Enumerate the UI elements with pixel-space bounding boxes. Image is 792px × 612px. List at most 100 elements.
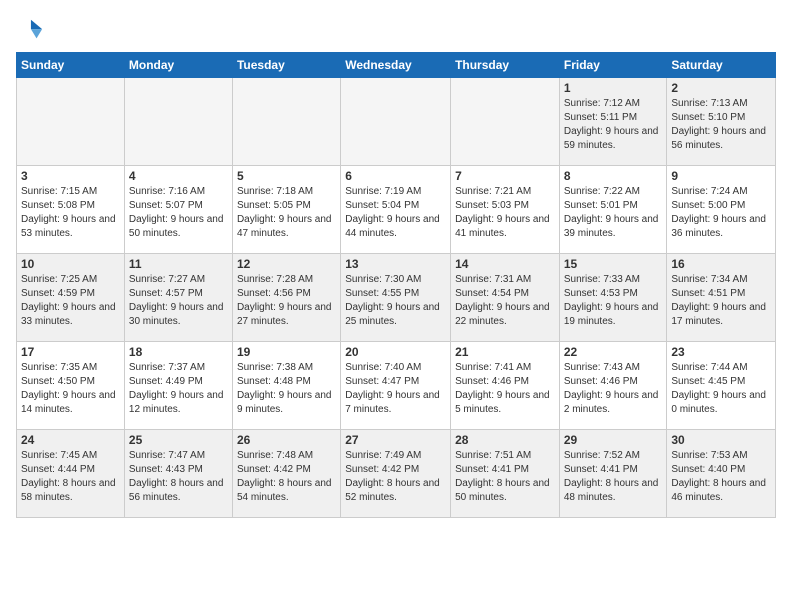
calendar-day-cell: 5 Sunrise: 7:18 AMSunset: 5:05 PMDaylight…	[232, 166, 340, 254]
weekday-header: Saturday	[667, 53, 776, 78]
calendar-day-cell: 11 Sunrise: 7:27 AMSunset: 4:57 PMDayligh…	[124, 254, 232, 342]
day-number: 3	[21, 169, 120, 183]
day-info: Sunrise: 7:30 AMSunset: 4:55 PMDaylight:…	[345, 273, 446, 329]
day-number: 12	[237, 257, 336, 271]
day-number: 14	[455, 257, 555, 271]
day-number: 27	[345, 433, 446, 447]
day-info: Sunrise: 7:51 AMSunset: 4:41 PMDaylight:…	[455, 449, 555, 505]
day-number: 24	[21, 433, 120, 447]
calendar-week-row: 3 Sunrise: 7:15 AMSunset: 5:08 PMDaylight…	[17, 166, 776, 254]
day-info: Sunrise: 7:35 AMSunset: 4:50 PMDaylight:…	[21, 361, 120, 417]
calendar-day-cell: 19 Sunrise: 7:38 AMSunset: 4:48 PMDayligh…	[232, 342, 340, 430]
calendar-day-cell	[232, 78, 340, 166]
day-info: Sunrise: 7:24 AMSunset: 5:00 PMDaylight:…	[671, 185, 771, 241]
day-number: 1	[564, 81, 663, 95]
day-info: Sunrise: 7:18 AMSunset: 5:05 PMDaylight:…	[237, 185, 336, 241]
calendar-week-row: 10Sunrise: 7:25 AMSunset: 4:59 PMDayligh…	[17, 254, 776, 342]
day-info: Sunrise: 7:16 AMSunset: 5:07 PMDaylight:…	[129, 185, 228, 241]
day-number: 11	[129, 257, 228, 271]
day-number: 21	[455, 345, 555, 359]
day-info: Sunrise: 7:21 AMSunset: 5:03 PMDaylight:…	[455, 185, 555, 241]
day-number: 15	[564, 257, 663, 271]
calendar-day-cell: 26Sunrise: 7:48 AMSunset: 4:42 PMDayligh…	[232, 430, 340, 518]
day-number: 29	[564, 433, 663, 447]
calendar-day-cell: 7 Sunrise: 7:21 AMSunset: 5:03 PMDaylight…	[451, 166, 560, 254]
day-info: Sunrise: 7:31 AMSunset: 4:54 PMDaylight:…	[455, 273, 555, 329]
weekday-header: Monday	[124, 53, 232, 78]
day-number: 9	[671, 169, 771, 183]
calendar-week-row: 1 Sunrise: 7:12 AMSunset: 5:11 PMDaylight…	[17, 78, 776, 166]
day-info: Sunrise: 7:38 AMSunset: 4:48 PMDaylight:…	[237, 361, 336, 417]
day-info: Sunrise: 7:28 AMSunset: 4:56 PMDaylight:…	[237, 273, 336, 329]
calendar-day-cell: 24 Sunrise: 7:45 AMSunset: 4:44 PMDayligh…	[17, 430, 125, 518]
calendar-day-cell: 15 Sunrise: 7:33 AMSunset: 4:53 PMDayligh…	[559, 254, 667, 342]
calendar-day-cell: 8 Sunrise: 7:22 AMSunset: 5:01 PMDaylight…	[559, 166, 667, 254]
day-number: 19	[237, 345, 336, 359]
day-number: 30	[671, 433, 771, 447]
calendar-day-cell: 3 Sunrise: 7:15 AMSunset: 5:08 PMDaylight…	[17, 166, 125, 254]
day-info: Sunrise: 7:40 AMSunset: 4:47 PMDaylight:…	[345, 361, 446, 417]
calendar-day-cell: 21 Sunrise: 7:41 AMSunset: 4:46 PMDayligh…	[451, 342, 560, 430]
day-number: 20	[345, 345, 446, 359]
calendar-day-cell: 6 Sunrise: 7:19 AMSunset: 5:04 PMDaylight…	[341, 166, 451, 254]
calendar-day-cell: 10Sunrise: 7:25 AMSunset: 4:59 PMDayligh…	[17, 254, 125, 342]
page-container: SundayMondayTuesdayWednesdayThursdayFrid…	[0, 0, 792, 526]
page-header	[16, 16, 776, 44]
day-number: 8	[564, 169, 663, 183]
calendar-day-cell: 4 Sunrise: 7:16 AMSunset: 5:07 PMDaylight…	[124, 166, 232, 254]
calendar-day-cell	[124, 78, 232, 166]
day-number: 25	[129, 433, 228, 447]
day-info: Sunrise: 7:43 AMSunset: 4:46 PMDaylight:…	[564, 361, 663, 417]
calendar-day-cell: 17 Sunrise: 7:35 AMSunset: 4:50 PMDayligh…	[17, 342, 125, 430]
day-number: 4	[129, 169, 228, 183]
weekday-header: Tuesday	[232, 53, 340, 78]
calendar-day-cell: 14 Sunrise: 7:31 AMSunset: 4:54 PMDayligh…	[451, 254, 560, 342]
day-number: 13	[345, 257, 446, 271]
day-number: 18	[129, 345, 228, 359]
calendar-day-cell	[17, 78, 125, 166]
day-number: 16	[671, 257, 771, 271]
calendar-day-cell: 27Sunrise: 7:49 AMSunset: 4:42 PMDayligh…	[341, 430, 451, 518]
logo	[16, 16, 48, 44]
weekday-header: Sunday	[17, 53, 125, 78]
calendar-day-cell: 18 Sunrise: 7:37 AMSunset: 4:49 PMDayligh…	[124, 342, 232, 430]
calendar-day-cell: 29 Sunrise: 7:52 AMSunset: 4:41 PMDayligh…	[559, 430, 667, 518]
day-info: Sunrise: 7:22 AMSunset: 5:01 PMDaylight:…	[564, 185, 663, 241]
day-info: Sunrise: 7:53 AMSunset: 4:40 PMDaylight:…	[671, 449, 771, 505]
day-info: Sunrise: 7:33 AMSunset: 4:53 PMDaylight:…	[564, 273, 663, 329]
calendar-day-cell: 22 Sunrise: 7:43 AMSunset: 4:46 PMDayligh…	[559, 342, 667, 430]
calendar-day-cell: 23 Sunrise: 7:44 AMSunset: 4:45 PMDayligh…	[667, 342, 776, 430]
calendar-day-cell: 13 Sunrise: 7:30 AMSunset: 4:55 PMDayligh…	[341, 254, 451, 342]
day-number: 23	[671, 345, 771, 359]
day-info: Sunrise: 7:27 AMSunset: 4:57 PMDaylight:…	[129, 273, 228, 329]
calendar-week-row: 24 Sunrise: 7:45 AMSunset: 4:44 PMDayligh…	[17, 430, 776, 518]
calendar-day-cell: 25Sunrise: 7:47 AMSunset: 4:43 PMDayligh…	[124, 430, 232, 518]
calendar-header-row: SundayMondayTuesdayWednesdayThursdayFrid…	[17, 53, 776, 78]
calendar-day-cell: 30 Sunrise: 7:53 AMSunset: 4:40 PMDayligh…	[667, 430, 776, 518]
day-info: Sunrise: 7:45 AMSunset: 4:44 PMDaylight:…	[21, 449, 120, 505]
day-info: Sunrise: 7:44 AMSunset: 4:45 PMDaylight:…	[671, 361, 771, 417]
day-info: Sunrise: 7:52 AMSunset: 4:41 PMDaylight:…	[564, 449, 663, 505]
day-info: Sunrise: 7:37 AMSunset: 4:49 PMDaylight:…	[129, 361, 228, 417]
day-info: Sunrise: 7:25 AMSunset: 4:59 PMDaylight:…	[21, 273, 120, 329]
weekday-header: Thursday	[451, 53, 560, 78]
day-info: Sunrise: 7:19 AMSunset: 5:04 PMDaylight:…	[345, 185, 446, 241]
day-info: Sunrise: 7:34 AMSunset: 4:51 PMDaylight:…	[671, 273, 771, 329]
day-number: 17	[21, 345, 120, 359]
calendar-week-row: 17 Sunrise: 7:35 AMSunset: 4:50 PMDayligh…	[17, 342, 776, 430]
calendar-day-cell	[341, 78, 451, 166]
day-number: 7	[455, 169, 555, 183]
day-number: 28	[455, 433, 555, 447]
day-info: Sunrise: 7:41 AMSunset: 4:46 PMDaylight:…	[455, 361, 555, 417]
weekday-header: Friday	[559, 53, 667, 78]
day-number: 6	[345, 169, 446, 183]
day-number: 5	[237, 169, 336, 183]
day-number: 22	[564, 345, 663, 359]
day-info: Sunrise: 7:12 AMSunset: 5:11 PMDaylight:…	[564, 97, 663, 153]
day-info: Sunrise: 7:48 AMSunset: 4:42 PMDaylight:…	[237, 449, 336, 505]
logo-icon	[16, 16, 44, 44]
day-info: Sunrise: 7:15 AMSunset: 5:08 PMDaylight:…	[21, 185, 120, 241]
calendar-table: SundayMondayTuesdayWednesdayThursdayFrid…	[16, 52, 776, 518]
weekday-header: Wednesday	[341, 53, 451, 78]
calendar-day-cell: 16 Sunrise: 7:34 AMSunset: 4:51 PMDayligh…	[667, 254, 776, 342]
